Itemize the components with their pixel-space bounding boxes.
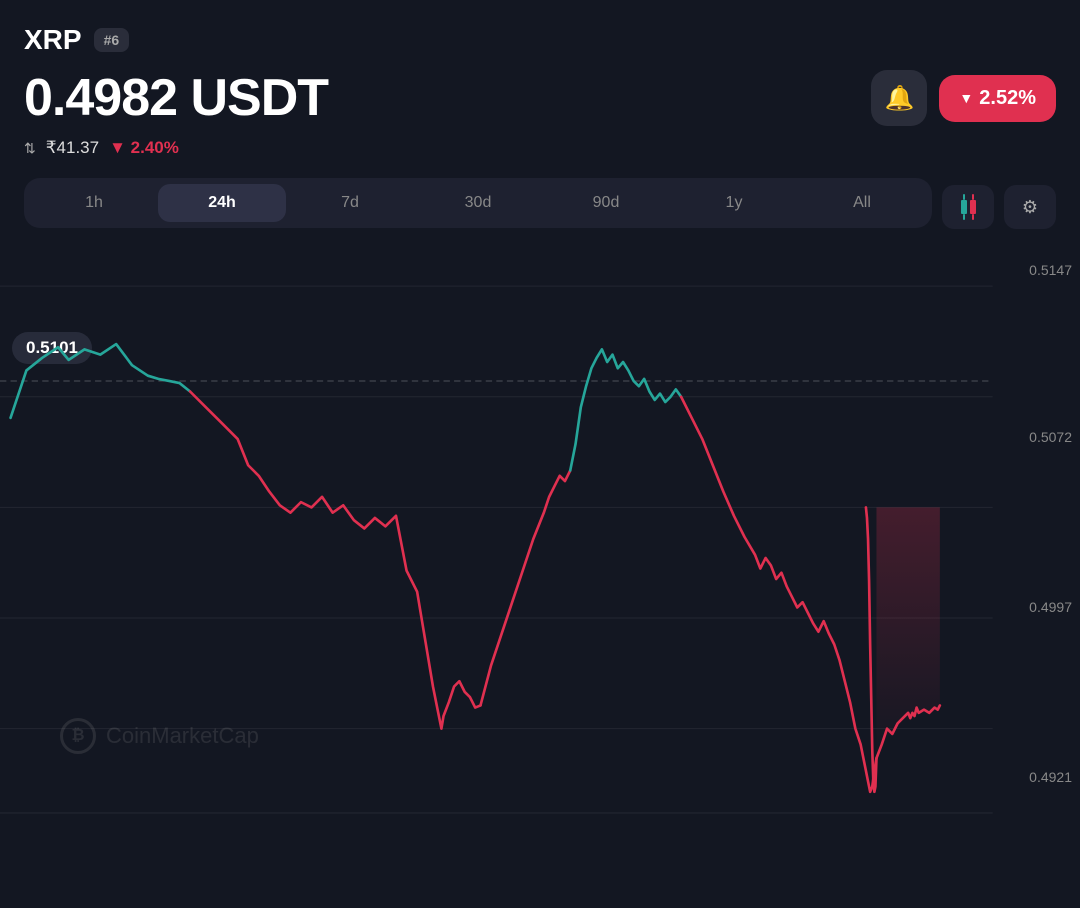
inr-price: ₹41.37 [46, 138, 99, 158]
bell-button[interactable]: 🔔 [871, 70, 927, 126]
timeframe-bar: 1h 24h 7d 30d 90d 1y All [24, 178, 932, 228]
inr-change: ▼ 2.40% [109, 138, 179, 158]
tf-1y[interactable]: 1y [670, 184, 798, 222]
tf-30d[interactable]: 30d [414, 184, 542, 222]
tf-24h[interactable]: 24h [158, 184, 286, 222]
change-pct-value: 2.52% [979, 87, 1036, 110]
tf-7d[interactable]: 7d [286, 184, 414, 222]
filter-button[interactable]: ⚙ [1004, 185, 1056, 229]
tf-all[interactable]: All [798, 184, 926, 222]
price-main: 0.4982 USDT [24, 68, 328, 128]
exchange-arrows-icon: ⇅ [24, 140, 36, 157]
tf-1h[interactable]: 1h [30, 184, 158, 222]
bell-icon: 🔔 [884, 84, 914, 113]
change-arrow: ▼ [959, 90, 973, 106]
candlestick-icon [961, 194, 976, 220]
price-chart [0, 244, 1056, 834]
change-badge: ▼ 2.52% [939, 75, 1056, 122]
tf-90d[interactable]: 90d [542, 184, 670, 222]
chart-area: 0.5147 0.5072 0.4997 0.4921 0.5101 ₿ Coi… [0, 244, 1080, 834]
rank-badge: #6 [94, 28, 130, 52]
coin-name: XRP [24, 24, 82, 56]
candlestick-button[interactable] [942, 185, 994, 229]
filter-icon: ⚙ [1022, 197, 1038, 218]
